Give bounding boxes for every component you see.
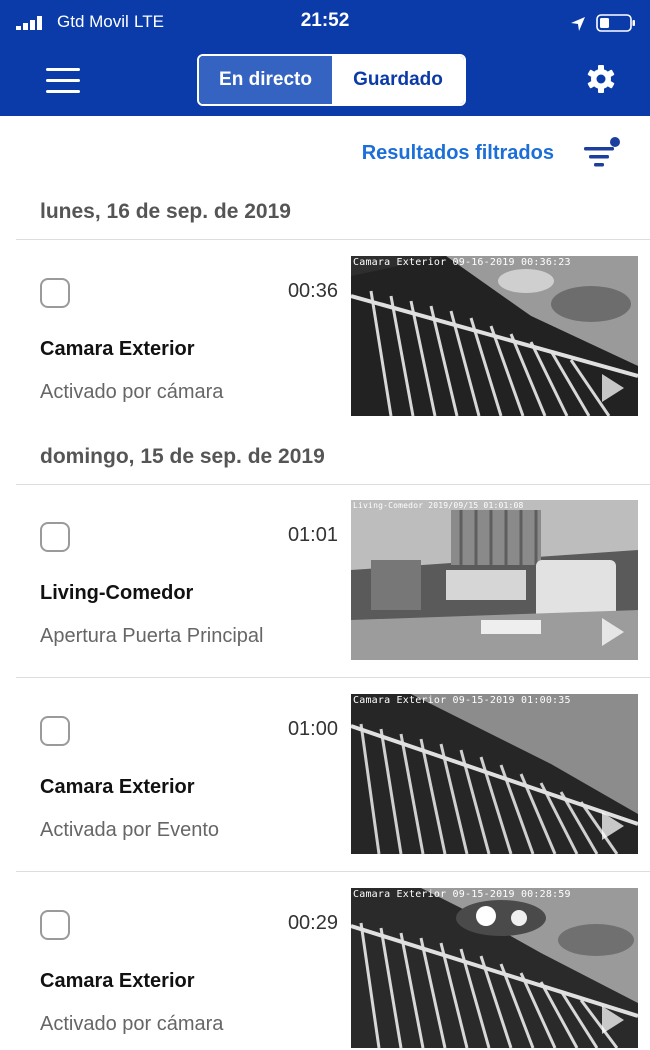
video-overlay-text: Camara Exterior 09-15-2019 00:28:59 <box>353 889 571 900</box>
event-trigger: Activado por cámara <box>40 1013 224 1035</box>
event-time: 00:36 <box>287 280 338 302</box>
event-row[interactable]: 00:36 Camara Exterior Activado por cámar… <box>0 256 650 418</box>
clip-thumbnail[interactable]: Camara Exterior 09-16-2019 00:36:23 <box>351 256 638 416</box>
event-row[interactable]: 01:01 Living-Comedor Apertura Puerta Pri… <box>0 500 650 662</box>
divider <box>16 677 650 678</box>
clip-thumbnail[interactable]: Camara Exterior 09-15-2019 01:00:35 <box>351 694 638 854</box>
select-checkbox[interactable] <box>40 716 70 746</box>
nav-bar: En directo Guardado <box>0 44 650 116</box>
play-icon <box>602 618 624 646</box>
clip-thumbnail[interactable]: Living-Comedor 2019/09/15 01:01:08 <box>351 500 638 660</box>
indoor-living-room-scene <box>351 500 638 660</box>
event-trigger: Activado por cámara <box>40 381 224 403</box>
divider <box>16 871 650 872</box>
status-bar: Gtd Movil LTE 21:52 <box>0 0 650 44</box>
video-overlay-text: Camara Exterior 09-16-2019 00:36:23 <box>353 257 571 268</box>
filtered-results-link[interactable]: Resultados filtrados <box>362 142 554 165</box>
battery-icon <box>596 14 635 32</box>
event-camera-name: Living-Comedor <box>40 582 194 604</box>
location-arrow-icon <box>571 17 585 31</box>
hamburger-icon <box>46 90 80 93</box>
outdoor-gate-car-scene <box>351 888 638 1048</box>
event-camera-name: Camara Exterior <box>40 970 195 992</box>
outdoor-gate-scene <box>351 694 638 854</box>
tab-saved[interactable]: Guardado <box>332 56 464 104</box>
video-overlay-text: Living-Comedor 2019/09/15 01:01:08 <box>353 501 524 510</box>
event-time: 01:01 <box>287 524 338 546</box>
date-header: domingo, 15 de sep. de 2019 <box>40 445 325 468</box>
video-overlay-text: Camara Exterior 09-15-2019 01:00:35 <box>353 695 571 706</box>
select-checkbox[interactable] <box>40 910 70 940</box>
event-camera-name: Camara Exterior <box>40 338 195 360</box>
outdoor-gate-scene <box>351 256 638 416</box>
filter-icon[interactable] <box>582 134 622 172</box>
settings-gear-icon[interactable] <box>586 64 616 94</box>
select-checkbox[interactable] <box>40 522 70 552</box>
play-icon <box>602 1006 624 1034</box>
event-trigger: Apertura Puerta Principal <box>40 625 264 647</box>
hamburger-icon <box>46 68 80 71</box>
divider <box>16 239 650 240</box>
event-row[interactable]: 00:29 Camara Exterior Activado por cámar… <box>0 888 650 1050</box>
select-checkbox[interactable] <box>40 278 70 308</box>
event-camera-name: Camara Exterior <box>40 776 195 798</box>
menu-button[interactable] <box>46 68 80 94</box>
filter-row: Resultados filtrados <box>0 116 650 192</box>
live-saved-toggle: En directo Guardado <box>197 54 466 106</box>
event-time: 00:29 <box>287 912 338 934</box>
play-icon <box>602 374 624 402</box>
event-row[interactable]: 01:00 Camara Exterior Activada por Event… <box>0 694 650 856</box>
divider <box>16 484 650 485</box>
status-time: 21:52 <box>300 10 350 31</box>
play-icon <box>602 812 624 840</box>
hamburger-icon <box>46 79 80 82</box>
event-trigger: Activada por Evento <box>40 819 219 841</box>
clip-thumbnail[interactable]: Camara Exterior 09-15-2019 00:28:59 <box>351 888 638 1048</box>
event-time: 01:00 <box>287 718 338 740</box>
tab-live[interactable]: En directo <box>199 56 332 104</box>
date-header: lunes, 16 de sep. de 2019 <box>40 200 291 223</box>
